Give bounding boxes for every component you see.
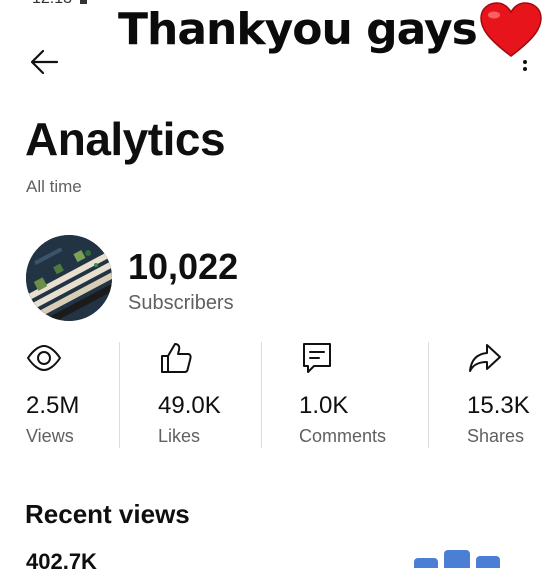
status-time: 12:13 [32, 0, 72, 8]
recent-views-title: Recent views [25, 499, 190, 529]
stat-label: Views [26, 426, 74, 446]
arrow-left-icon [30, 49, 59, 75]
stat-label: Shares [467, 426, 525, 446]
stat-comments[interactable]: 1.0K Comments [299, 340, 419, 450]
caption-overlay: Thankyou gays [118, 2, 543, 58]
subscriber-count: 10,022 [128, 246, 239, 287]
thumbs-up-icon [161, 343, 192, 373]
status-bar: 12:13 [32, 0, 88, 8]
chart-bar [444, 550, 470, 568]
stat-value: 2.5M [26, 392, 80, 419]
caption-text: Thankyou gays [118, 4, 478, 55]
stat-shares[interactable]: 15.3K Shares [467, 340, 547, 450]
stat-value: 1.0K [299, 392, 349, 419]
more-options-button[interactable] [518, 54, 532, 78]
share-icon [469, 344, 501, 372]
stat-value: 49.0K [158, 392, 221, 419]
back-button[interactable] [28, 46, 60, 78]
date-range-label: All time [26, 177, 82, 196]
subscriber-label: Subscribers [128, 292, 234, 314]
recent-views-mini-chart[interactable] [412, 548, 504, 568]
stat-views[interactable]: 2.5M Views [26, 340, 116, 450]
more-vert-icon [523, 60, 527, 71]
comment-icon [303, 343, 331, 373]
stat-likes[interactable]: 49.0K Likes [158, 340, 258, 450]
red-heart-emoji-icon [480, 2, 542, 57]
channel-avatar[interactable] [26, 235, 112, 321]
stat-divider [428, 342, 429, 448]
sim-icon [80, 0, 88, 4]
stat-divider [119, 342, 120, 448]
recent-views-value: 402.7K [26, 549, 97, 574]
page-title: Analytics [25, 113, 226, 165]
stat-value: 15.3K [467, 392, 530, 419]
stat-divider [261, 342, 262, 448]
eye-icon [26, 344, 62, 372]
chart-bar [476, 556, 500, 568]
stat-label: Likes [158, 426, 201, 446]
stat-label: Comments [299, 426, 387, 446]
avatar-image [26, 235, 112, 321]
